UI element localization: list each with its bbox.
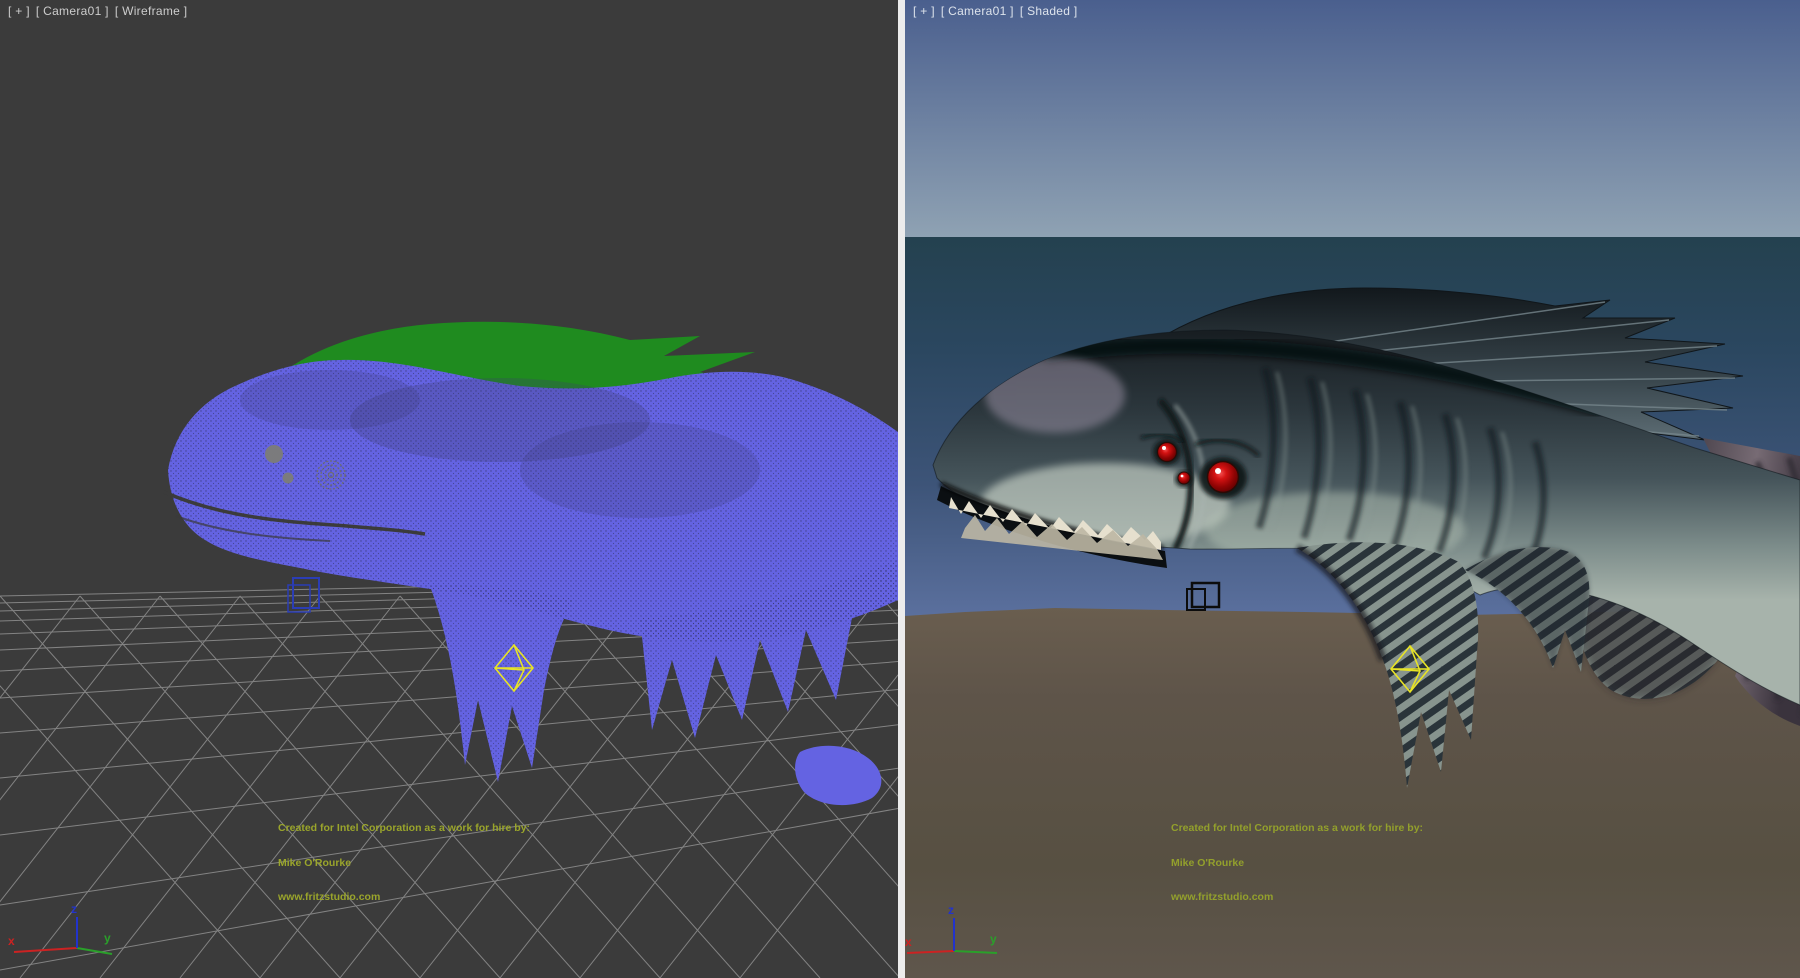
axis-x-label: x	[905, 935, 912, 949]
world-axis-gizmo: x y z	[8, 902, 112, 954]
axis-y-label: y	[990, 932, 997, 946]
viewport-menu-general[interactable]: [ + ]	[913, 4, 935, 18]
viewport-wireframe[interactable]: x y z [ + ] [ Camera01 ] [ Wireframe ] C…	[0, 0, 898, 978]
viewport-menu-shading[interactable]: [ Wireframe ]	[115, 4, 188, 18]
axis-y-label: y	[104, 931, 111, 945]
viewport-shaded[interactable]: x y z [ + ] [ Camera01 ] [ Shaded ] Crea…	[905, 0, 1800, 978]
watermark-text: Created for Intel Corporation as a work …	[278, 800, 530, 927]
sky-backdrop	[905, 0, 1800, 237]
wireframe-fish-eye	[265, 445, 283, 463]
viewport-split-layout: x y z [ + ] [ Camera01 ] [ Wireframe ] C…	[0, 0, 1800, 978]
viewport-label: [ + ] [ Camera01 ] [ Wireframe ]	[8, 4, 187, 18]
viewport-menu-shading[interactable]: [ Shaded ]	[1020, 4, 1078, 18]
axis-x-label: x	[8, 934, 15, 948]
viewport-label: [ + ] [ Camera01 ] [ Shaded ]	[913, 4, 1078, 18]
viewport-splitter[interactable]	[898, 0, 905, 978]
viewport-menu-pov[interactable]: [ Camera01 ]	[941, 4, 1014, 18]
watermark-text: Created for Intel Corporation as a work …	[1171, 800, 1423, 927]
viewport-menu-general[interactable]: [ + ]	[8, 4, 30, 18]
wireframe-fish-eye-small	[283, 473, 294, 484]
axis-z-label: z	[948, 903, 954, 917]
axis-z-label: z	[71, 902, 77, 916]
viewport-menu-pov[interactable]: [ Camera01 ]	[36, 4, 109, 18]
